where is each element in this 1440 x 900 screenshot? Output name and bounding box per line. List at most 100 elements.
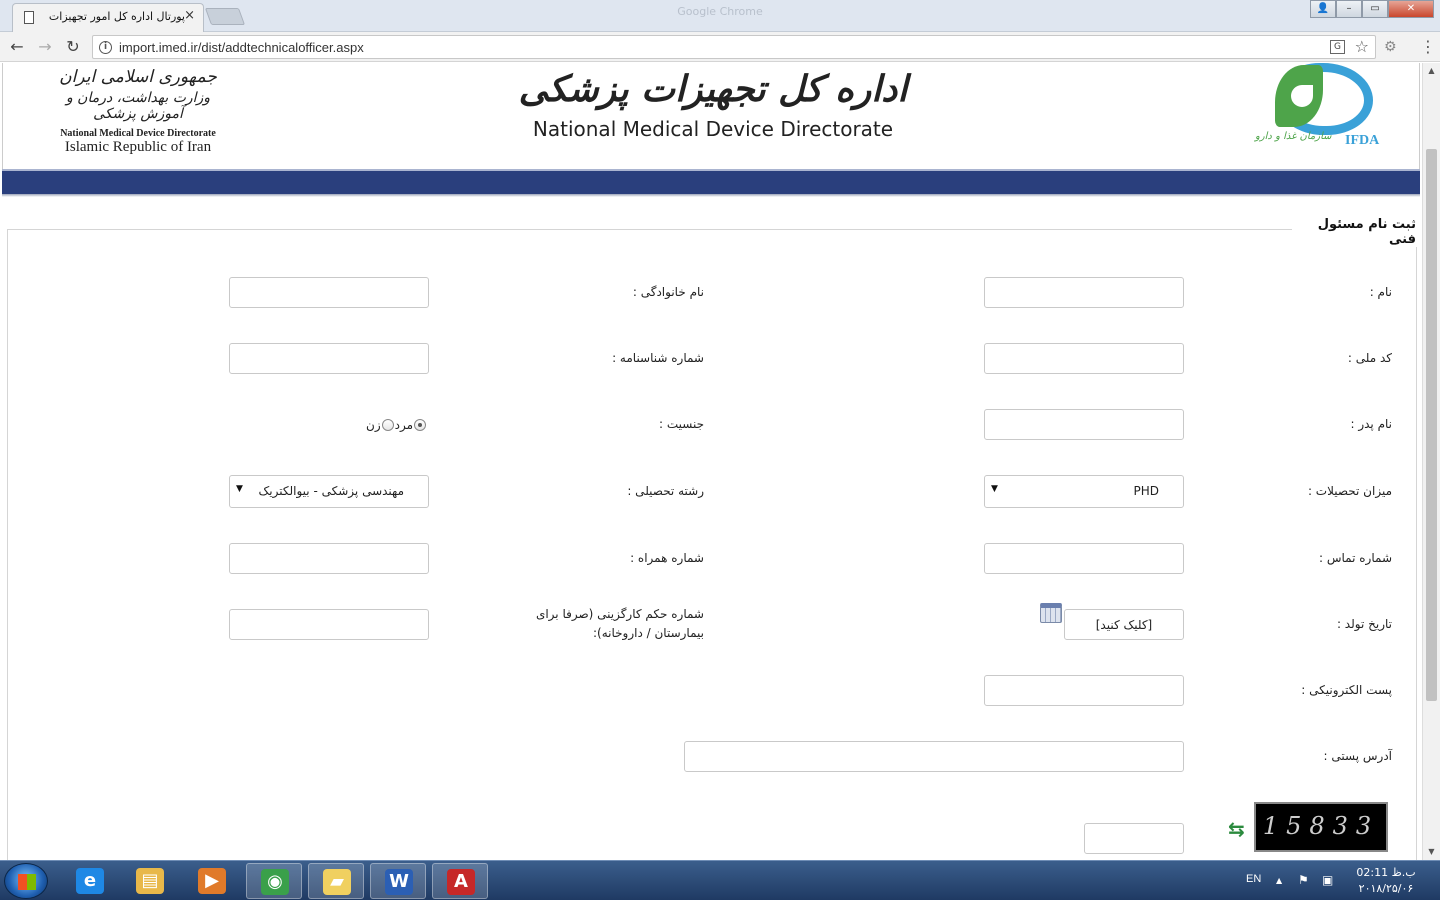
birth-date-label: تاریخ تولد : <box>1336 617 1392 631</box>
ministry-logo: جمهوری اسلامی ایران وزارت بهداشت، درمان … <box>53 67 223 156</box>
mobile-input[interactable] <box>229 543 429 574</box>
gender-label: جنسیت : <box>658 417 704 431</box>
url-text[interactable]: import.imed.ir/dist/addtechnicalofficer.… <box>119 40 364 55</box>
maximize-button[interactable]: ▭ <box>1362 0 1388 18</box>
browser-titlebar: پورتال اداره کل امور تجهیزات و × Google … <box>0 0 1440 32</box>
phone-input[interactable] <box>984 543 1184 574</box>
bookmark-star-icon[interactable]: ☆ <box>1355 37 1369 56</box>
page-scrollbar[interactable]: ▲ ▼ <box>1422 63 1440 860</box>
gender-female-radio[interactable] <box>381 419 394 431</box>
gender-female-label: زن <box>366 418 381 432</box>
system-clock[interactable]: ب.ظ 02:11 ۲۰۱۸/۲۵/۰۶ <box>1344 865 1428 897</box>
taskbar-app-chrome[interactable]: ◉ <box>246 863 302 899</box>
browser-tab[interactable]: پورتال اداره کل امور تجهیزات و × <box>12 3 204 32</box>
windows-taskbar: e ▤ ▶ ◉ ▰ W A EN ▲ ⚑ ▣ ب.ظ 02:11 ۲۰۱۸/۲۵/۰۶ <box>0 860 1440 900</box>
word-icon: W <box>385 869 413 895</box>
employment-order-input[interactable] <box>229 609 429 640</box>
media-icon: ▶ <box>198 868 226 894</box>
field-of-study-select[interactable]: مهندسی پزشکی - بیوالکتریک ▼ <box>229 475 429 508</box>
browser-toolbar: ← → ↻ i import.imed.ir/dist/addtechnical… <box>0 32 1440 62</box>
chrome-icon: ◉ <box>261 869 289 895</box>
tab-close-icon[interactable]: × <box>184 8 195 23</box>
father-name-input[interactable] <box>984 409 1184 440</box>
ministry-fa-line1: جمهوری اسلامی ایران <box>59 67 217 87</box>
menu-icon[interactable]: ⋮ <box>1420 37 1436 56</box>
taskbar-app-ie[interactable]: e <box>62 863 118 899</box>
folder-icon: ▰ <box>323 869 351 895</box>
ifda-en-text: IFDA <box>1345 133 1380 148</box>
taskbar-app-explorer[interactable]: ▤ <box>122 863 178 899</box>
tab-title: پورتال اداره کل امور تجهیزات و <box>45 10 185 23</box>
father-name-label: نام پدر : <box>1350 417 1392 431</box>
id-number-input[interactable] <box>229 343 429 374</box>
show-hidden-icons[interactable]: ▲ <box>1276 876 1282 885</box>
account-icon[interactable]: 👤 <box>1310 0 1336 18</box>
calendar-icon[interactable] <box>1040 603 1062 623</box>
acrobat-icon: A <box>447 869 475 895</box>
ie-icon: e <box>76 868 104 894</box>
taskbar-app-word[interactable]: W <box>370 863 426 899</box>
address-bar[interactable]: i import.imed.ir/dist/addtechnicaloffice… <box>92 35 1376 59</box>
ministry-fa-line2: وزارت بهداشت، درمان و آموزش پزشکی <box>65 90 211 122</box>
ifda-fa-text: سازمان غذا و دارو <box>1255 131 1332 142</box>
nav-band <box>2 169 1420 194</box>
site-title: اداره کل تجهیزات پزشکی National Medical … <box>503 65 923 141</box>
translate-icon[interactable]: G <box>1330 40 1345 54</box>
clock-time: ب.ظ 02:11 <box>1356 866 1416 879</box>
back-button[interactable]: ← <box>6 36 28 58</box>
page-viewport: جمهوری اسلامی ایران وزارت بهداشت، درمان … <box>0 63 1422 860</box>
gender-radio-group: مرد زن <box>366 415 427 435</box>
birth-date-input[interactable] <box>1064 609 1184 640</box>
chevron-down-icon: ▼ <box>236 484 243 494</box>
email-label: پست الکترونیکی : <box>1301 683 1392 697</box>
national-code-input[interactable] <box>984 343 1184 374</box>
scroll-up-icon[interactable]: ▲ <box>1423 63 1440 79</box>
reload-button[interactable]: ↻ <box>62 36 84 58</box>
ifda-logo: سازمان غذا و دارو IFDA <box>1253 63 1383 153</box>
language-indicator[interactable]: EN <box>1246 873 1261 885</box>
forward-button[interactable]: → <box>34 36 56 58</box>
last-name-input[interactable] <box>229 277 429 308</box>
education-level-value: PHD <box>1133 484 1160 498</box>
gender-male-radio[interactable] <box>414 419 427 431</box>
form-legend: ثبت نام مسئول فنی <box>1292 217 1422 247</box>
id-number-label: شماره شناسنامه : <box>612 351 704 365</box>
captcha-input[interactable] <box>1084 823 1184 854</box>
new-tab-button[interactable] <box>204 8 246 25</box>
email-input[interactable] <box>984 675 1184 706</box>
extension-icon[interactable]: ⚙ <box>1384 39 1397 55</box>
national-code-label: کد ملی : <box>1347 351 1392 365</box>
clock-date: ۲۰۱۸/۲۵/۰۶ <box>1358 882 1414 895</box>
taskbar-app-media[interactable]: ▶ <box>184 863 240 899</box>
postal-address-label: آدرس پستی : <box>1323 749 1392 763</box>
last-name-label: نام خانوادگی : <box>632 285 704 299</box>
explorer-icon: ▤ <box>136 868 164 894</box>
windows-logo-icon <box>18 874 36 890</box>
site-header: جمهوری اسلامی ایران وزارت بهداشت، درمان … <box>2 63 1420 169</box>
minimize-button[interactable]: – <box>1336 0 1362 18</box>
scroll-thumb[interactable] <box>1426 149 1437 701</box>
field-of-study-label: رشته تحصیلی : <box>627 484 704 498</box>
chevron-down-icon: ▼ <box>991 484 998 494</box>
info-icon[interactable]: i <box>99 41 112 54</box>
phone-label: شماره تماس : <box>1319 551 1392 565</box>
first-name-input[interactable] <box>984 277 1184 308</box>
ministry-en-line1: National Medical Device Directorate <box>60 128 216 139</box>
refresh-captcha-icon[interactable]: ⇆ <box>1228 817 1245 841</box>
education-level-select[interactable]: PHD ▼ <box>984 475 1184 508</box>
document-icon <box>24 11 34 24</box>
education-level-label: میزان تحصیلات : <box>1307 484 1392 498</box>
close-button[interactable]: ✕ <box>1388 0 1434 18</box>
taskbar-app-folder[interactable]: ▰ <box>308 863 364 899</box>
network-icon[interactable]: ▣ <box>1322 873 1333 887</box>
gender-male-label: مرد <box>394 418 414 432</box>
captcha-image: 15833 <box>1254 802 1388 852</box>
taskbar-app-acrobat[interactable]: A <box>432 863 488 899</box>
ministry-en-line2: Islamic Republic of Iran <box>64 139 212 155</box>
scroll-down-icon[interactable]: ▼ <box>1423 844 1440 860</box>
postal-address-input[interactable] <box>684 741 1184 772</box>
action-center-flag-icon[interactable]: ⚑ <box>1298 873 1309 887</box>
site-title-en: National Medical Device Directorate <box>532 117 894 141</box>
start-button[interactable] <box>4 863 48 899</box>
site-title-fa: اداره کل تجهیزات پزشکی <box>518 68 908 110</box>
